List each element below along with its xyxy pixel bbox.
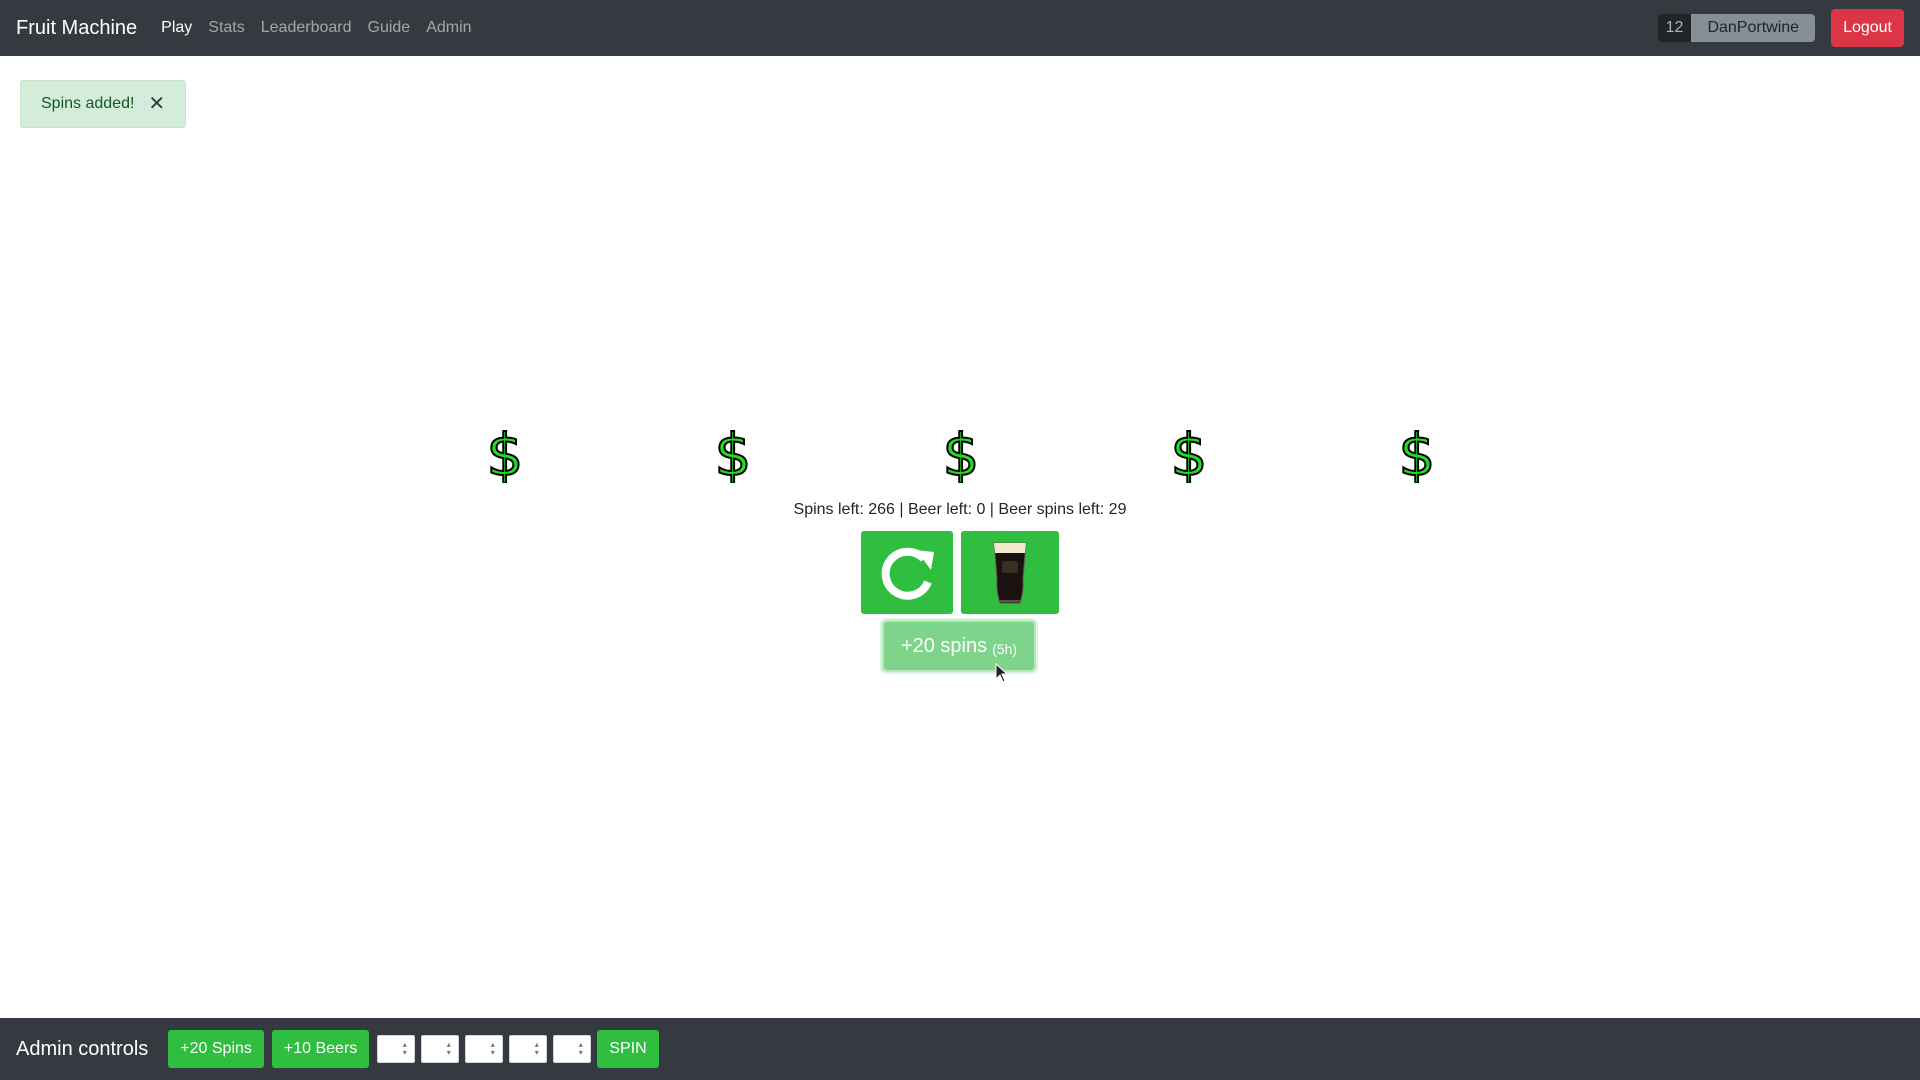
reel-3-input[interactable]: ▴ ▾ xyxy=(465,1035,504,1063)
spins-status-text: Spins left: 266 | Beer left: 0 | Beer sp… xyxy=(793,501,1127,518)
admin-spin-button[interactable]: SPIN xyxy=(597,1030,659,1068)
brand-title[interactable]: Fruit Machine xyxy=(16,17,137,40)
admin-controls-title: Admin controls xyxy=(16,1037,149,1060)
dollar-icon: $ xyxy=(714,420,753,490)
mouse-cursor-icon xyxy=(995,663,1009,683)
dollar-icon: $ xyxy=(486,420,525,490)
admin-add-spins-button[interactable]: +20 Spins xyxy=(168,1030,264,1068)
user-badge: 12 DanPortwine xyxy=(1657,14,1816,42)
svg-text:$: $ xyxy=(487,423,524,483)
nav-link-play[interactable]: Play xyxy=(161,19,192,37)
reel-1: $ xyxy=(480,420,530,490)
reel-5-input[interactable]: ▴ ▾ xyxy=(553,1035,592,1063)
dollar-icon: $ xyxy=(1398,420,1437,490)
reel-2-input[interactable]: ▴ ▾ xyxy=(421,1035,460,1063)
top-navbar: Fruit Machine Play Stats Leaderboard Gui… xyxy=(0,0,1920,56)
reel-3: $ xyxy=(936,420,986,490)
alert-message: Spins added! xyxy=(41,95,135,112)
refresh-icon xyxy=(881,547,934,600)
nav-link-leaderboard[interactable]: Leaderboard xyxy=(261,19,352,37)
stepper-icon[interactable]: ▴ ▾ xyxy=(532,1041,541,1057)
spin-button[interactable] xyxy=(861,531,953,614)
success-alert: Spins added! ✕ xyxy=(20,80,187,128)
logout-button[interactable]: Logout xyxy=(1831,9,1904,47)
reel-1-input[interactable]: ▴ ▾ xyxy=(377,1035,416,1063)
close-icon[interactable]: ✕ xyxy=(148,94,165,114)
username-label: DanPortwine xyxy=(1691,14,1816,42)
add-spins-cooldown: (5h) xyxy=(992,641,1018,657)
stepper-icon[interactable]: ▴ ▾ xyxy=(444,1041,453,1057)
admin-add-beers-button[interactable]: +10 Beers xyxy=(271,1030,370,1068)
admin-controls-bar: Admin controls +20 Spins +10 Beers ▴ ▾ ▴ ▾… xyxy=(0,1018,1920,1080)
reel-4-input[interactable]: ▴ ▾ xyxy=(509,1035,548,1063)
nav-link-stats[interactable]: Stats xyxy=(208,19,244,37)
user-count-badge: 12 xyxy=(1657,14,1692,42)
add-spins-label: +20 spins xyxy=(900,634,988,657)
nav-link-guide[interactable]: Guide xyxy=(368,19,411,37)
stepper-icon[interactable]: ▴ ▾ xyxy=(576,1041,585,1057)
add-spins-button[interactable]: +20 spins (5h) xyxy=(882,620,1036,672)
svg-text:$: $ xyxy=(1171,423,1208,483)
svg-text:$: $ xyxy=(943,423,980,483)
nav-link-admin[interactable]: Admin xyxy=(426,19,471,37)
dollar-icon: $ xyxy=(942,420,981,490)
reel-4: $ xyxy=(1164,420,1214,490)
nav-user-area: 12 DanPortwine Logout xyxy=(1657,0,1904,56)
stepper-icon[interactable]: ▴ ▾ xyxy=(488,1041,497,1057)
beer-glass-icon xyxy=(993,542,1027,603)
beer-button[interactable] xyxy=(961,531,1059,614)
stepper-icon[interactable]: ▴ ▾ xyxy=(400,1041,409,1057)
reel-5: $ xyxy=(1392,420,1442,490)
svg-text:$: $ xyxy=(715,423,752,483)
dollar-icon: $ xyxy=(1170,420,1209,490)
reel-2: $ xyxy=(708,420,758,490)
svg-text:$: $ xyxy=(1399,423,1436,483)
